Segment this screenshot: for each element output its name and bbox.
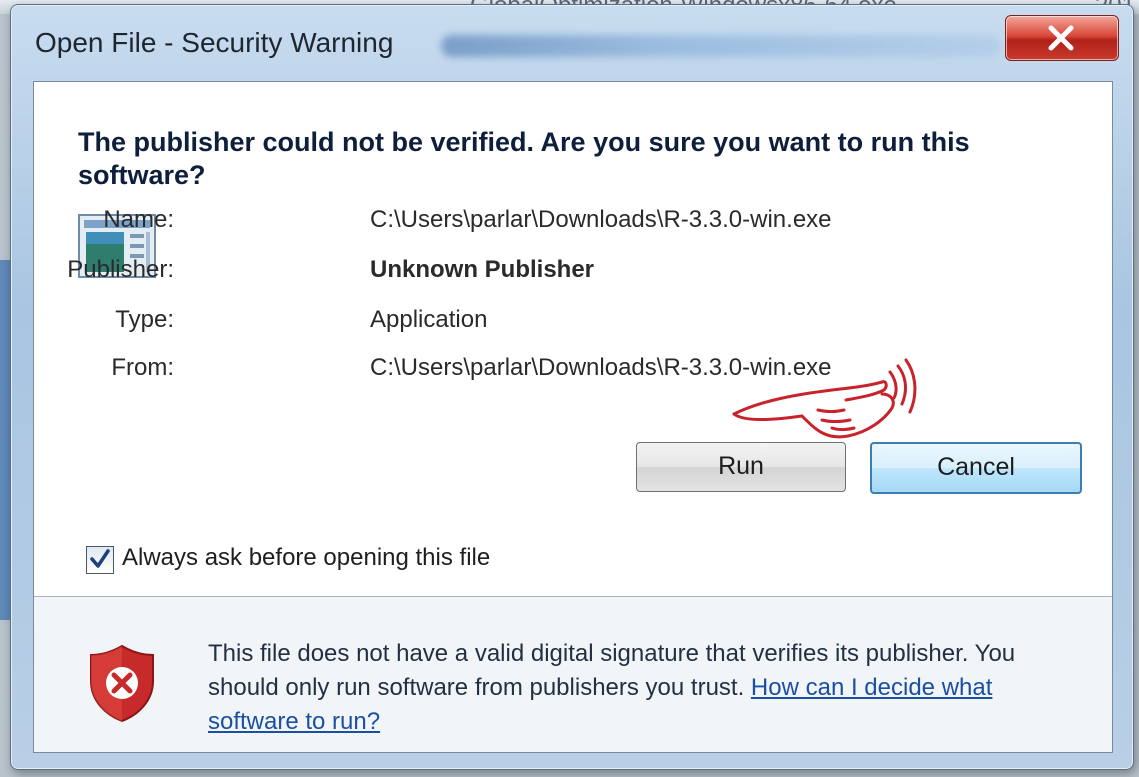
cancel-button[interactable]: Cancel bbox=[870, 442, 1082, 494]
info-publisher-value: Unknown Publisher bbox=[370, 256, 595, 283]
warning-heading: The publisher could not be verified. Are… bbox=[78, 127, 970, 190]
shield-warning-icon bbox=[90, 644, 154, 723]
close-icon bbox=[1048, 25, 1074, 51]
info-type-label: Type: bbox=[115, 306, 174, 333]
info-publisher-label: Publisher: bbox=[67, 256, 174, 283]
checkmark-icon bbox=[90, 549, 110, 568]
security-warning-dialog: Open File - Security Warning The publish… bbox=[10, 4, 1134, 770]
dialog-body: The publisher could not be verified. Are… bbox=[33, 81, 1113, 753]
info-type-row: Type: Application bbox=[34, 306, 934, 340]
always-ask-label: Always ask before opening this file bbox=[122, 544, 491, 571]
pointing-hand-icon bbox=[732, 358, 917, 439]
info-type-value: Application bbox=[370, 306, 488, 333]
footer-panel: This file does not have a valid digital … bbox=[34, 597, 1112, 752]
close-button[interactable] bbox=[1005, 15, 1119, 61]
always-ask-checkbox[interactable] bbox=[86, 546, 114, 574]
run-button[interactable]: Run bbox=[636, 442, 846, 492]
title-bar-glass bbox=[441, 35, 1001, 57]
info-name-row: Name: C:\Users\parlar\Downloads\R-3.3.0-… bbox=[34, 206, 934, 240]
title-bar[interactable]: Open File - Security Warning bbox=[11, 5, 1133, 83]
info-publisher-row: Publisher: Unknown Publisher bbox=[34, 256, 934, 290]
signature-warning-text: This file does not have a valid digital … bbox=[208, 637, 1088, 739]
info-name-value: C:\Users\parlar\Downloads\R-3.3.0-win.ex… bbox=[370, 206, 832, 233]
info-name-label: Name: bbox=[103, 206, 174, 233]
info-from-label: From: bbox=[111, 354, 174, 381]
window-title: Open File - Security Warning bbox=[35, 27, 394, 58]
